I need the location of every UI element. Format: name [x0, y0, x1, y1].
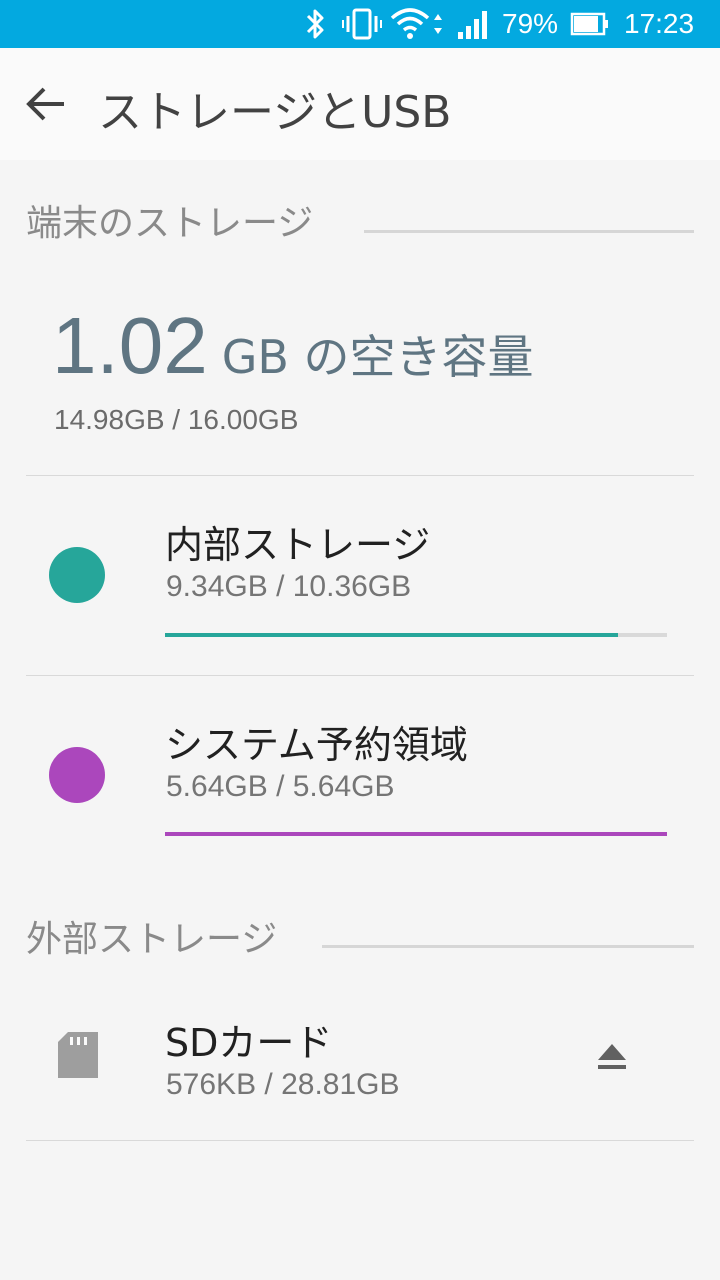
- internal-storage-bar: [165, 633, 667, 637]
- battery-icon: [570, 0, 610, 48]
- internal-storage-usage: 9.34GB / 10.36GB: [166, 570, 412, 603]
- battery-percent: 79%: [502, 8, 559, 39]
- storage-item-sd-card[interactable]: SDカード 576KB / 28.81GB: [0, 984, 720, 1140]
- storage-item-system[interactable]: システム予約領域 5.64GB / 5.64GB: [0, 676, 720, 874]
- eject-icon[interactable]: [594, 1042, 630, 1076]
- system-storage-usage: 5.64GB / 5.64GB: [166, 770, 395, 803]
- system-storage-bar: [165, 832, 667, 836]
- app-bar: ストレージとUSB: [0, 48, 720, 160]
- sd-card-usage: 576KB / 28.81GB: [166, 1068, 400, 1101]
- system-storage-label: システム予約領域: [165, 723, 468, 767]
- page-title: ストレージとUSB: [98, 87, 452, 138]
- internal-storage-label: 内部ストレージ: [165, 523, 431, 567]
- vibrate-icon: [342, 0, 382, 48]
- section-divider: [322, 945, 694, 948]
- divider: [26, 1140, 694, 1141]
- system-storage-color-dot: [49, 747, 105, 803]
- sd-card-icon: [58, 1032, 98, 1078]
- sd-card-label: SDカード: [165, 1021, 333, 1065]
- system-storage-bar-fill: [165, 832, 667, 836]
- bluetooth-icon: [302, 0, 330, 48]
- section-header-device-storage: 端末のストレージ: [26, 203, 314, 244]
- total-usage: 14.98GB / 16.00GB: [54, 404, 299, 435]
- free-space-value: 1.02: [52, 301, 208, 390]
- wifi-icon: [390, 0, 448, 48]
- internal-storage-bar-fill: [165, 633, 618, 637]
- section-divider: [364, 230, 694, 233]
- arrow-back-icon[interactable]: [22, 80, 70, 128]
- free-space-unit: GB の空き容量: [221, 330, 534, 384]
- section-header-external-storage: 外部ストレージ: [26, 919, 278, 960]
- clock: 17:23: [624, 8, 695, 39]
- internal-storage-color-dot: [49, 547, 105, 603]
- free-space-summary: 1.02 GB の空き容量: [52, 300, 534, 392]
- status-bar: 79% 17:23: [0, 0, 720, 48]
- cell-signal-icon: [456, 0, 492, 48]
- storage-item-internal[interactable]: 内部ストレージ 9.34GB / 10.36GB: [0, 476, 720, 674]
